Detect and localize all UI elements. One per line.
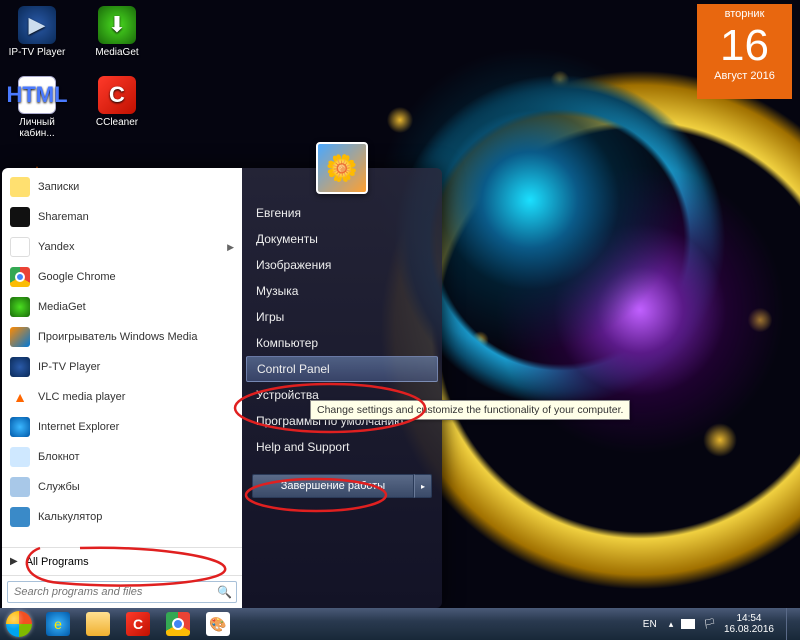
start-menu-item-chrome[interactable]: Google Chrome	[2, 262, 242, 292]
shareman-icon	[10, 207, 30, 227]
search-input[interactable]	[7, 581, 237, 603]
ccleaner-icon: C	[126, 612, 150, 636]
start-menu-right-help[interactable]: Help and Support	[242, 434, 442, 460]
start-menu-item-label: MediaGet	[38, 301, 86, 313]
start-menu-item-iptv[interactable]: IP-TV Player	[2, 352, 242, 382]
ie-icon: e	[46, 612, 70, 636]
start-menu-right-pictures[interactable]: Изображения	[242, 252, 442, 278]
start-menu-item-wmp[interactable]: Проигрыватель Windows Media	[2, 322, 242, 352]
date-gadget[interactable]: вторник 16 Август 2016	[697, 4, 792, 99]
tray-action-center-icon[interactable]: 🏳	[703, 619, 716, 630]
tray-date: 16.08.2016	[724, 624, 774, 636]
chevron-right-icon: ▶	[10, 556, 18, 567]
desktop-icon-label: Личный кабин...	[6, 117, 68, 139]
chrome-icon	[10, 267, 30, 287]
desktop-icon-ccleaner[interactable]: C CCleaner	[86, 76, 148, 139]
user-avatar[interactable]: 🌼	[316, 142, 368, 194]
start-menu-item-label: Службы	[38, 481, 80, 493]
services-icon	[10, 477, 30, 497]
tray-language[interactable]: EN	[639, 617, 661, 632]
taskbar-pin-paint[interactable]	[198, 608, 238, 640]
desktop-icon-html[interactable]: HTML Личный кабин...	[6, 76, 68, 139]
desktop-icon-label: CCleaner	[96, 117, 138, 128]
start-menu-search: 🔍	[2, 575, 242, 608]
start-menu: Записки Shareman Yandex ▶ Google Chrome Media…	[2, 168, 442, 608]
gadget-day: 16	[701, 24, 788, 68]
all-programs-button[interactable]: ▶ All Programs	[2, 547, 242, 575]
shutdown-button[interactable]: Завершение работы	[252, 474, 414, 498]
ie-icon	[10, 417, 30, 437]
iptv-icon	[10, 357, 30, 377]
start-menu-right-documents[interactable]: Документы	[242, 226, 442, 252]
yandex-icon	[10, 237, 30, 257]
start-menu-item-notepad[interactable]: Блокнот	[2, 442, 242, 472]
start-menu-item-shareman[interactable]: Shareman	[2, 202, 242, 232]
start-menu-item-mediaget[interactable]: MediaGet	[2, 292, 242, 322]
start-button[interactable]	[0, 608, 38, 640]
taskbar-pin-explorer[interactable]	[78, 608, 118, 640]
start-menu-right-games[interactable]: Игры	[242, 304, 442, 330]
wmp-icon	[10, 327, 30, 347]
desktop-icons-area: ▶ IP-TV Player ⬇ MediaGet HTML Личный ка…	[6, 6, 206, 194]
start-menu-item-calc[interactable]: Калькулятор	[2, 502, 242, 532]
start-menu-item-yandex[interactable]: Yandex ▶	[2, 232, 242, 262]
tray-clock[interactable]: 14:54 16.08.2016	[724, 613, 774, 636]
tray-show-hidden-icon[interactable]: ▴	[669, 619, 674, 630]
start-menu-left-pane: Записки Shareman Yandex ▶ Google Chrome Media…	[2, 168, 242, 608]
start-menu-user[interactable]: Евгения	[242, 200, 442, 226]
start-menu-item-label: VLC media player	[38, 391, 125, 403]
start-menu-item-label: Блокнот	[38, 451, 80, 463]
vlc-icon: ▲	[10, 387, 30, 407]
start-menu-item-label: IP-TV Player	[38, 361, 100, 373]
start-menu-item-label: Записки	[38, 181, 79, 193]
start-menu-right-music[interactable]: Музыка	[242, 278, 442, 304]
desktop-icon-iptv[interactable]: ▶ IP-TV Player	[6, 6, 68, 58]
search-icon: 🔍	[217, 585, 232, 599]
start-menu-right-computer[interactable]: Компьютер	[242, 330, 442, 356]
chrome-icon	[166, 612, 190, 636]
start-menu-item-label: Google Chrome	[38, 271, 116, 283]
start-menu-item-label: Проигрыватель Windows Media	[38, 331, 197, 343]
start-menu-item-services[interactable]: Службы	[2, 472, 242, 502]
show-desktop-button[interactable]	[786, 608, 796, 640]
system-tray: EN ▴ 🏳 14:54 16.08.2016	[639, 608, 800, 640]
calc-icon	[10, 507, 30, 527]
start-menu-item-label: Yandex	[38, 241, 75, 253]
windows-logo-icon	[6, 611, 32, 637]
desktop-icon-mediaget[interactable]: ⬇ MediaGet	[86, 6, 148, 58]
notes-icon	[10, 177, 30, 197]
gadget-dayofweek: вторник	[701, 8, 788, 20]
start-menu-item-vlc[interactable]: ▲ VLC media player	[2, 382, 242, 412]
control-panel-tooltip: Change settings and customize the functi…	[310, 400, 630, 420]
gadget-month-year: Август 2016	[701, 70, 788, 82]
desktop-icon-label: IP-TV Player	[9, 47, 66, 58]
taskbar-pin-ccleaner[interactable]: C	[118, 608, 158, 640]
start-menu-item-notes[interactable]: Записки	[2, 172, 242, 202]
submenu-arrow-icon: ▶	[227, 242, 234, 253]
shutdown-options-button[interactable]: ▸	[414, 474, 432, 498]
folder-icon	[86, 612, 110, 636]
taskbar-pin-ie[interactable]: e	[38, 608, 78, 640]
html-file-icon: HTML	[18, 76, 56, 114]
paint-icon	[206, 612, 230, 636]
start-menu-right-controlpanel[interactable]: Control Panel	[246, 356, 438, 382]
start-menu-item-label: Internet Explorer	[38, 421, 119, 433]
start-menu-item-label: Shareman	[38, 211, 89, 223]
ccleaner-icon: C	[98, 76, 136, 114]
start-menu-right-pane: 🌼 Евгения ДокументыИзображенияМузыкаИгры…	[242, 168, 442, 608]
all-programs-label: All Programs	[26, 556, 89, 568]
mediaget-icon: ⬇	[98, 6, 136, 44]
tray-time: 14:54	[724, 613, 774, 625]
mediaget-icon	[10, 297, 30, 317]
shutdown-group: Завершение работы ▸	[252, 474, 432, 498]
start-menu-program-list: Записки Shareman Yandex ▶ Google Chrome Media…	[2, 168, 242, 547]
taskbar-pin-chrome[interactable]	[158, 608, 198, 640]
notepad-icon	[10, 447, 30, 467]
taskbar: e C EN ▴ 🏳 14:54 16.08.2016	[0, 608, 800, 640]
tray-flag-icon[interactable]	[681, 619, 695, 629]
iptv-icon: ▶	[18, 6, 56, 44]
desktop-icon-label: MediaGet	[95, 47, 138, 58]
start-menu-item-label: Калькулятор	[38, 511, 102, 523]
start-menu-item-ie[interactable]: Internet Explorer	[2, 412, 242, 442]
